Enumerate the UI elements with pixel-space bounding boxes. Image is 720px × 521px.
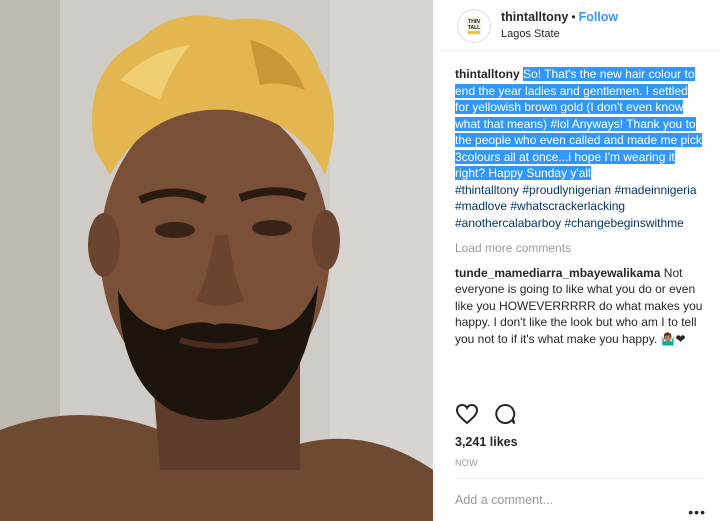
location-link[interactable]: Lagos State	[501, 26, 618, 42]
follow-button[interactable]: Follow	[579, 10, 619, 24]
caption-username[interactable]: thintalltony	[455, 67, 520, 81]
more-options-icon[interactable]: •••	[688, 504, 706, 520]
post-header: THIN TALL thintalltony • Follow Lagos Stat…	[435, 0, 720, 52]
comment-icon[interactable]	[493, 402, 517, 426]
likes-count[interactable]: 3,241 likes	[455, 435, 518, 449]
divider	[455, 478, 704, 479]
caption-hashtags[interactable]: #thintalltony #proudlynigerian #madeinni…	[455, 182, 704, 232]
svg-text:TALL: TALL	[468, 25, 480, 31]
header-info: thintalltony • Follow Lagos State	[501, 9, 618, 42]
caption: thintalltony So! That's the new hair col…	[455, 66, 704, 231]
selfie-image	[0, 0, 433, 521]
add-comment-input[interactable]: Add a comment...	[455, 493, 553, 507]
avatar[interactable]: THIN TALL	[457, 8, 491, 43]
header-username[interactable]: thintalltony	[501, 10, 568, 24]
heart-icon[interactable]	[455, 402, 479, 426]
post-photo[interactable]	[0, 0, 433, 521]
comments-section: thintalltony So! That's the new hair col…	[435, 52, 720, 347]
caption-text: So! That's the new hair colour to end th…	[455, 67, 702, 180]
post-sidebar: THIN TALL thintalltony • Follow Lagos Stat…	[434, 0, 720, 521]
avatar-logo-icon: THIN TALL	[459, 10, 489, 41]
separator-dot: •	[571, 10, 576, 24]
comment-item: tunde_mamediarra_mbayewalikama Not every…	[455, 265, 704, 348]
instagram-post: THIN TALL thintalltony • Follow Lagos Stat…	[0, 0, 720, 521]
action-bar	[455, 402, 517, 426]
comment-username[interactable]: tunde_mamediarra_mbayewalikama	[455, 266, 660, 280]
load-more-comments-button[interactable]: Load more comments	[455, 240, 704, 257]
timestamp: NOW	[455, 458, 478, 468]
